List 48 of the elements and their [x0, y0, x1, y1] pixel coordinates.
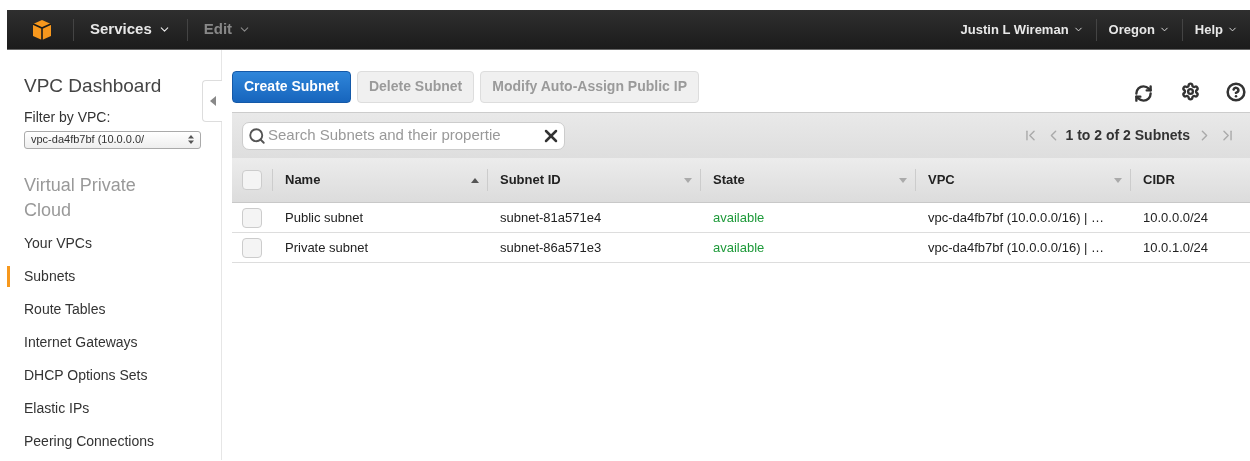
nav-menu[interactable]: Justin L Wireman [948, 19, 1096, 40]
column-header[interactable]: CIDR [1130, 169, 1250, 191]
column-header[interactable]: Subnet ID [487, 169, 700, 191]
updown-icon [188, 135, 194, 144]
sidebar-item[interactable]: Internet Gateways [7, 331, 221, 353]
pagination-text: 1 to 2 of 2 Subnets [1065, 126, 1190, 145]
collapse-icon [209, 96, 216, 106]
table-cell-text: vpc-da4fb7bf (10.0.0.0/16) | … [927, 208, 1106, 227]
table-cell-text: available [712, 208, 766, 227]
nav-menu[interactable]: Help [1182, 19, 1250, 40]
search-field[interactable]: Search Subnets and their propertie [242, 121, 565, 150]
table-cell-text: 10.0.1.0/24 [1142, 238, 1210, 257]
row-checkbox[interactable] [242, 207, 262, 228]
section-heading: Virtual Private Cloud [23, 173, 137, 222]
search-icon [248, 126, 266, 145]
settings-icon[interactable] [1181, 82, 1200, 101]
table-cell-text: 10.0.0.0/24 [1142, 208, 1210, 227]
sidebar-item[interactable]: DHCP Options Sets [7, 364, 221, 386]
sort-down-icon [899, 177, 907, 183]
column-header[interactable]: Name [272, 169, 487, 191]
table-cell-text: subnet-86a571e3 [499, 238, 603, 257]
sort-down-icon [684, 177, 692, 183]
sort-up-icon [471, 177, 479, 183]
column-header[interactable]: State [700, 169, 915, 191]
sidebar-item[interactable]: Peering Connections [7, 430, 221, 452]
sidebar-item[interactable]: Your VPCs [7, 232, 221, 254]
row-checkbox[interactable] [242, 170, 262, 190]
table-cell-text: vpc-da4fb7bf (10.0.0.0/16) | … [927, 238, 1106, 257]
sidebar-item[interactable]: Elastic IPs [7, 397, 221, 419]
sort-down-icon [1114, 177, 1122, 183]
cube-logo-icon[interactable] [31, 18, 53, 41]
row-checkbox[interactable] [242, 237, 262, 258]
nav-menu[interactable]: Services [74, 18, 187, 41]
help-icon[interactable] [1226, 81, 1246, 102]
filter-label: Filter by VPC: [23, 107, 112, 127]
table-cell-text: Private subnet [284, 238, 370, 257]
table-cell-text: available [712, 238, 766, 257]
toolbar-button[interactable]: Create Subnet [232, 70, 351, 103]
refresh-icon[interactable] [1134, 84, 1153, 103]
sidebar-item[interactable]: Route Tables [7, 298, 221, 320]
vpc-filter-select[interactable]: vpc-da4fb7bf (10.0.0.0/ [24, 130, 201, 149]
column-header[interactable]: VPC [915, 169, 1130, 191]
table-cell-text: subnet-81a571e4 [499, 208, 603, 227]
sidebar-title: VPC Dashboard [23, 74, 163, 98]
table-cell-text: Public subnet [284, 208, 365, 227]
sidebar-item[interactable]: Subnets [7, 265, 221, 287]
collapse-tab[interactable] [202, 80, 222, 122]
nav-menu[interactable]: Oregon [1096, 19, 1182, 40]
